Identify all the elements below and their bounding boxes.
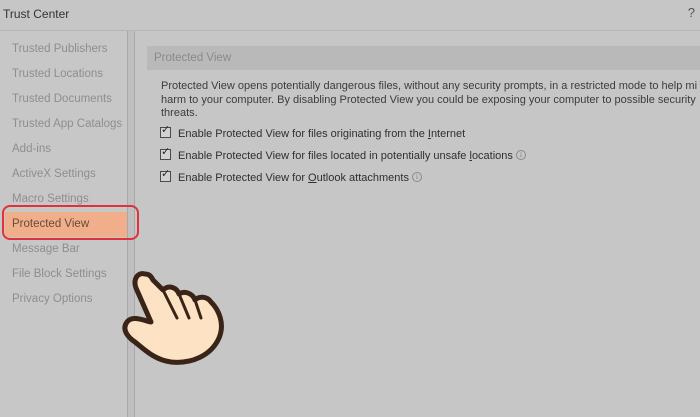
check-mark-icon: ✓: [161, 145, 171, 158]
sidebar-item-trusted-locations[interactable]: Trusted Locations: [0, 62, 129, 87]
sidebar-item-trusted-documents[interactable]: Trusted Documents: [0, 87, 129, 112]
info-icon[interactable]: i: [515, 149, 526, 160]
sidebar-item-activex-settings[interactable]: ActiveX Settings: [0, 162, 129, 187]
option-label-pre: Enable Protected View for: [178, 171, 309, 184]
sidebar-item-privacy-options[interactable]: Privacy Options: [0, 287, 129, 312]
title-bar: Trust Center ?: [0, 0, 700, 30]
check-mark-icon: ✓: [161, 167, 171, 180]
info-icon[interactable]: i: [411, 171, 422, 182]
sidebar-item-protected-view[interactable]: Protected View: [5, 212, 127, 237]
option-label-post: nternet: [430, 127, 466, 140]
unsafe-locations-checkbox[interactable]: ✓: [160, 146, 171, 160]
help-icon[interactable]: ?: [688, 5, 695, 20]
pointing-hand-icon: [122, 271, 224, 365]
sidebar-item-add-ins[interactable]: Add-ins: [0, 137, 129, 162]
sidebar-list: Trusted Publishers Trusted Locations Tru…: [0, 37, 129, 312]
option-internet-files[interactable]: ✓ Enable Protected View for files origina…: [160, 124, 700, 146]
sidebar-item-macro-settings[interactable]: Macro Settings: [0, 187, 129, 212]
sidebar-item-file-block-settings[interactable]: File Block Settings: [0, 262, 129, 287]
internet-files-checkbox[interactable]: ✓: [160, 124, 171, 138]
trust-center-window: Trust Center ? Trusted Publishers Truste…: [0, 0, 700, 417]
sidebar-item-trusted-app-catalogs[interactable]: Trusted App Catalogs: [0, 112, 129, 137]
outlook-attachments-checkbox[interactable]: ✓: [160, 168, 171, 182]
main-panel: Protected View Protected View opens pote…: [147, 46, 700, 190]
option-label-post: ocations: [471, 149, 513, 162]
option-unsafe-locations[interactable]: ✓ Enable Protected View for files located…: [160, 146, 700, 168]
sidebar-item-trusted-publishers[interactable]: Trusted Publishers: [0, 37, 129, 62]
section-header: Protected View: [147, 46, 700, 70]
window-title: Trust Center: [3, 7, 70, 21]
option-outlook-attachments[interactable]: ✓ Enable Protected View for Outlook attac…: [160, 168, 700, 190]
option-label-post: utlook attachments: [316, 171, 409, 184]
option-accelerator: O: [308, 171, 317, 184]
section-description: Protected View opens potentially dangero…: [161, 80, 698, 119]
sidebar: Trusted Publishers Trusted Locations Tru…: [0, 31, 130, 417]
option-label-pre: Enable Protected View for files originat…: [178, 127, 428, 140]
options-list: ✓ Enable Protected View for files origina…: [160, 124, 700, 190]
option-label-pre: Enable Protected View for files located …: [178, 149, 470, 162]
check-mark-icon: ✓: [161, 123, 171, 136]
sidebar-item-message-bar[interactable]: Message Bar: [0, 237, 129, 262]
